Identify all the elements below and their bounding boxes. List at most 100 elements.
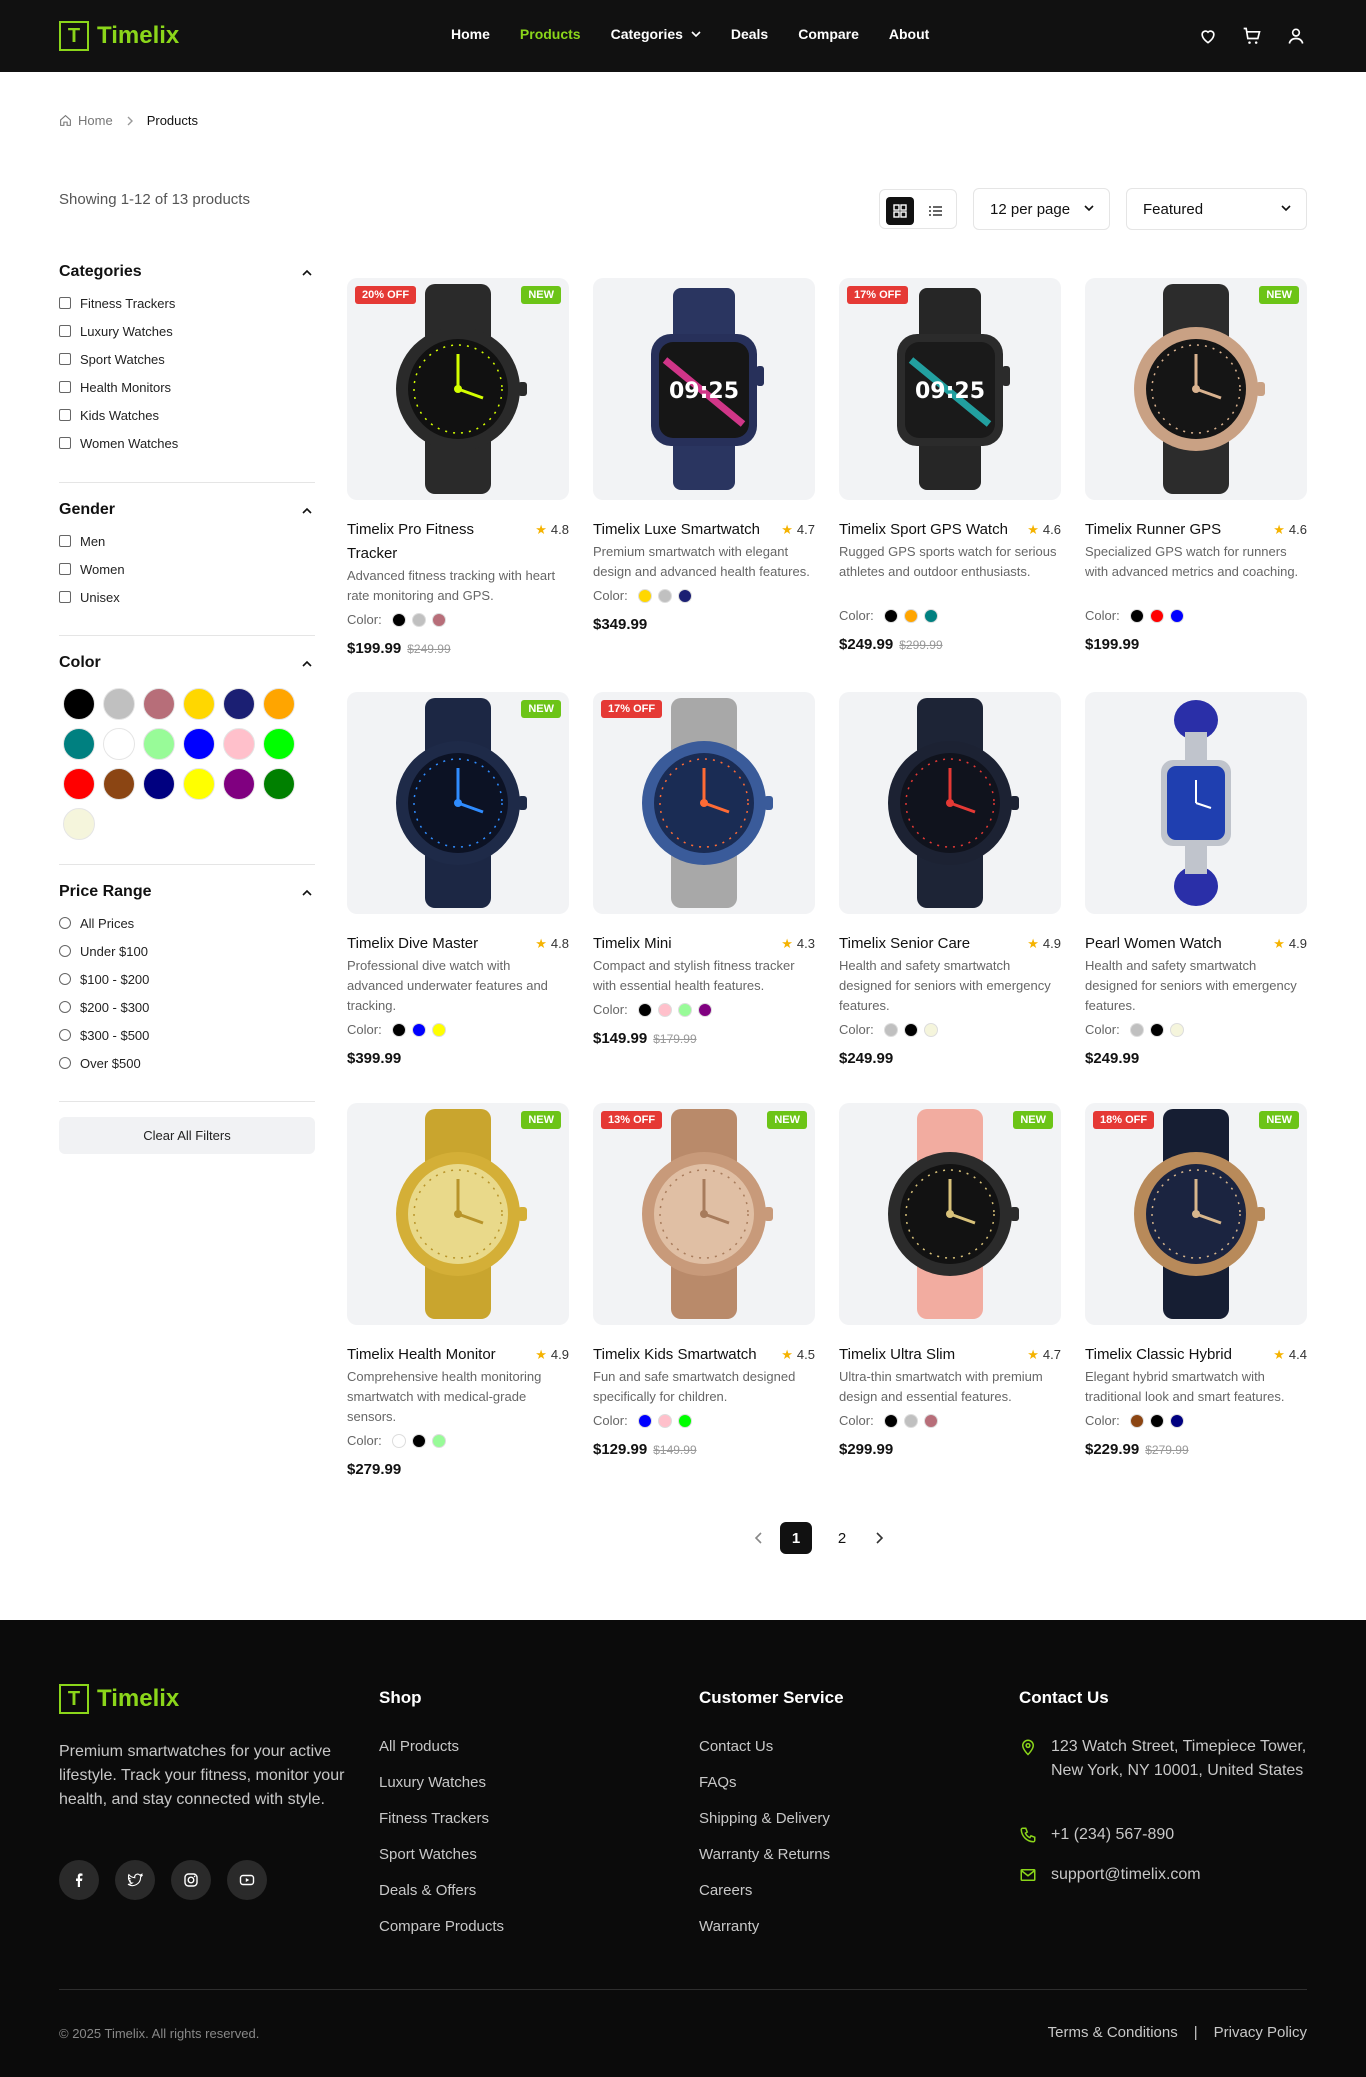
color-swatch[interactable] bbox=[103, 688, 135, 720]
color-option[interactable] bbox=[1169, 1413, 1184, 1428]
color-swatch[interactable] bbox=[103, 768, 135, 800]
footer-link[interactable]: Warranty & Returns bbox=[699, 1846, 844, 1882]
sort-select[interactable]: Featured bbox=[1126, 188, 1307, 230]
product-image-frame[interactable]: NEW bbox=[347, 1103, 569, 1325]
color-option[interactable] bbox=[391, 1433, 406, 1448]
color-swatch[interactable] bbox=[143, 688, 175, 720]
product-image-frame[interactable]: NEW bbox=[839, 1103, 1061, 1325]
radio[interactable] bbox=[59, 945, 71, 957]
twitter-icon[interactable] bbox=[115, 1860, 155, 1900]
page-button-2[interactable]: 2 bbox=[826, 1522, 858, 1554]
nav-categories[interactable]: Categories bbox=[611, 26, 701, 42]
radio[interactable] bbox=[59, 973, 71, 985]
footer-link[interactable]: Warranty bbox=[699, 1918, 844, 1954]
radio-100-200[interactable]: $100 - $200 bbox=[59, 965, 315, 993]
color-swatch[interactable] bbox=[183, 688, 215, 720]
color-option[interactable] bbox=[1149, 1022, 1164, 1037]
chevron-left-icon[interactable] bbox=[752, 1531, 766, 1545]
footer-link[interactable]: Luxury Watches bbox=[379, 1774, 504, 1810]
filter-gender-header[interactable]: Gender bbox=[59, 501, 315, 523]
checkbox-women-watches[interactable]: Women Watches bbox=[59, 429, 315, 457]
list-view-button[interactable] bbox=[922, 197, 950, 225]
color-option[interactable] bbox=[903, 1413, 918, 1428]
footer-logo[interactable]: T Timelix bbox=[59, 1684, 179, 1714]
color-option[interactable] bbox=[677, 588, 692, 603]
filter-categories-header[interactable]: Categories bbox=[59, 263, 315, 285]
product-title[interactable]: Timelix Runner GPS bbox=[1085, 518, 1263, 542]
checkbox-health-monitors[interactable]: Health Monitors bbox=[59, 373, 315, 401]
color-swatch[interactable] bbox=[263, 728, 295, 760]
brand-logo[interactable]: T Timelix bbox=[59, 21, 179, 51]
privacy-link[interactable]: Privacy Policy bbox=[1214, 2024, 1307, 2041]
checkbox-fitness-trackers[interactable]: Fitness Trackers bbox=[59, 289, 315, 317]
footer-link[interactable]: Sport Watches bbox=[379, 1846, 504, 1882]
product-image-frame[interactable]: 18% OFF NEW bbox=[1085, 1103, 1307, 1325]
color-option[interactable] bbox=[637, 1413, 652, 1428]
product-card[interactable]: 18% OFF NEW Timelix Classic Hybrid ★ 4.4 Eleg… bbox=[1085, 1103, 1307, 1458]
color-swatch[interactable] bbox=[143, 728, 175, 760]
color-swatch[interactable] bbox=[223, 688, 255, 720]
breadcrumb-home[interactable]: Home bbox=[78, 113, 113, 128]
product-title[interactable]: Timelix Senior Care bbox=[839, 932, 1017, 956]
checkbox-luxury-watches[interactable]: Luxury Watches bbox=[59, 317, 315, 345]
clear-filters-button[interactable]: Clear All Filters bbox=[59, 1117, 315, 1154]
product-card[interactable]: NEW Timelix Ultra Slim ★ 4.7 Ultra-thin smar… bbox=[839, 1103, 1061, 1458]
color-option[interactable] bbox=[637, 588, 652, 603]
per-page-select[interactable]: 12 per page bbox=[973, 188, 1110, 230]
color-swatch[interactable] bbox=[143, 768, 175, 800]
color-option[interactable] bbox=[883, 1022, 898, 1037]
footer-link[interactable]: FAQs bbox=[699, 1774, 844, 1810]
color-option[interactable] bbox=[883, 1413, 898, 1428]
facebook-icon[interactable] bbox=[59, 1860, 99, 1900]
nav-deals[interactable]: Deals bbox=[731, 26, 768, 42]
color-swatch[interactable] bbox=[183, 768, 215, 800]
product-title[interactable]: Pearl Women Watch bbox=[1085, 932, 1263, 956]
radio-under-100[interactable]: Under $100 bbox=[59, 937, 315, 965]
checkbox[interactable] bbox=[59, 591, 71, 603]
contact-email[interactable]: support@timelix.com bbox=[1019, 1863, 1201, 1887]
color-swatch[interactable] bbox=[223, 768, 255, 800]
color-option[interactable] bbox=[431, 1433, 446, 1448]
color-option[interactable] bbox=[411, 1022, 426, 1037]
product-title[interactable]: Timelix Pro Fitness Tracker bbox=[347, 518, 525, 566]
product-image-frame[interactable]: 09:25 bbox=[593, 278, 815, 500]
product-image-frame[interactable]: NEW bbox=[347, 692, 569, 914]
checkbox-men[interactable]: Men bbox=[59, 527, 315, 555]
product-card[interactable]: NEW Timelix Runner GPS ★ 4.6 Specialized GPS… bbox=[1085, 278, 1307, 653]
cart-icon[interactable] bbox=[1242, 26, 1262, 46]
color-option[interactable] bbox=[391, 1022, 406, 1037]
radio-over-500[interactable]: Over $500 bbox=[59, 1049, 315, 1077]
color-option[interactable] bbox=[923, 1413, 938, 1428]
radio[interactable] bbox=[59, 1001, 71, 1013]
contact-phone[interactable]: +1 (234) 567-890 bbox=[1019, 1823, 1174, 1847]
color-option[interactable] bbox=[903, 608, 918, 623]
radio[interactable] bbox=[59, 1057, 71, 1069]
color-option[interactable] bbox=[697, 1002, 712, 1017]
product-card[interactable]: 09:25 Timelix Luxe Smartwatch ★ 4.7 Premium … bbox=[593, 278, 815, 633]
grid-view-button[interactable] bbox=[886, 197, 914, 225]
chevron-right-icon[interactable] bbox=[872, 1531, 886, 1545]
color-option[interactable] bbox=[1169, 1022, 1184, 1037]
checkbox[interactable] bbox=[59, 325, 71, 337]
checkbox-sport-watches[interactable]: Sport Watches bbox=[59, 345, 315, 373]
color-option[interactable] bbox=[657, 588, 672, 603]
color-swatch[interactable] bbox=[183, 728, 215, 760]
youtube-icon[interactable] bbox=[227, 1860, 267, 1900]
color-option[interactable] bbox=[657, 1002, 672, 1017]
product-image-frame[interactable]: 09:25 17% OFF bbox=[839, 278, 1061, 500]
color-option[interactable] bbox=[391, 612, 406, 627]
radio-300-500[interactable]: $300 - $500 bbox=[59, 1021, 315, 1049]
nav-about[interactable]: About bbox=[889, 26, 929, 42]
color-swatch[interactable] bbox=[63, 728, 95, 760]
heart-icon[interactable] bbox=[1198, 26, 1218, 46]
color-swatch[interactable] bbox=[63, 688, 95, 720]
product-card[interactable]: NEW Timelix Dive Master ★ 4.8 Professional d… bbox=[347, 692, 569, 1067]
product-card[interactable]: Timelix Senior Care ★ 4.9 Health and safety… bbox=[839, 692, 1061, 1067]
product-card[interactable]: NEW Timelix Health Monitor ★ 4.9 Comprehensi… bbox=[347, 1103, 569, 1478]
color-option[interactable] bbox=[411, 1433, 426, 1448]
color-option[interactable] bbox=[411, 612, 426, 627]
checkbox[interactable] bbox=[59, 535, 71, 547]
checkbox-kids-watches[interactable]: Kids Watches bbox=[59, 401, 315, 429]
product-title[interactable]: Timelix Kids Smartwatch bbox=[593, 1343, 771, 1367]
color-swatch[interactable] bbox=[223, 728, 255, 760]
